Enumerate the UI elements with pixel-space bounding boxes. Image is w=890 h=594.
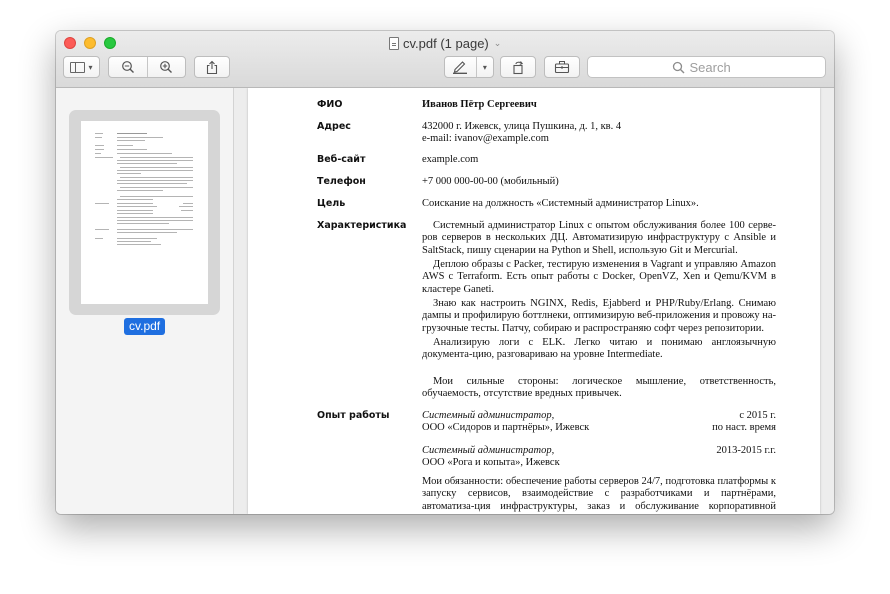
rotate-button[interactable] — [500, 56, 536, 78]
thumbnail-sidebar: cv.pdf — [56, 88, 234, 514]
characteristics-label: Характеристика — [317, 220, 407, 231]
chevron-down-icon: ▾ — [482, 62, 487, 72]
job-row: ООО «Сидоров и партнёры», Ижевск по наст… — [422, 422, 776, 434]
zoom-out-button[interactable] — [109, 57, 147, 77]
markup-menu-button[interactable]: ▾ — [477, 57, 493, 77]
fio-label: ФИО — [317, 99, 343, 110]
website-label: Веб-сайт — [317, 154, 366, 165]
job-company: ООО «Рога и копыта», Ижевск — [422, 457, 560, 468]
characteristics-paragraph: Анализирую логи с ELK. Легко читаю и пон… — [422, 337, 776, 361]
website-value: example.com — [422, 154, 479, 165]
job-title: Системный администратор, — [422, 445, 555, 456]
share-button[interactable] — [194, 56, 230, 78]
phone-label: Телефон — [317, 176, 366, 187]
window-title-text: cv.pdf (1 page) — [403, 35, 489, 51]
fio-value: Иванов Пётр Сергеевич — [422, 99, 537, 110]
thumbnail-label[interactable]: cv.pdf — [124, 318, 166, 335]
job-row: Системный администратор, 2013-2015 г.г. — [422, 445, 776, 457]
search-icon — [672, 61, 684, 73]
rotate-icon — [512, 60, 523, 74]
zoom-control — [108, 56, 186, 78]
minimize-button[interactable] — [84, 37, 96, 49]
toolbar: cv.pdf (1 page) ⌄ ▾ ▾ Search — [56, 31, 834, 88]
share-icon — [206, 60, 218, 74]
thumbnail-page — [81, 121, 208, 304]
scrollbar[interactable] — [826, 88, 834, 514]
address-line-2: e-mail: ivanov@example.com — [422, 133, 549, 144]
search-field[interactable] — [587, 56, 826, 78]
zoom-button[interactable] — [104, 37, 116, 49]
window-title[interactable]: cv.pdf (1 page) ⌄ — [389, 34, 501, 52]
characteristics-paragraph: Деплою образы с Packer, тестирую изменен… — [422, 259, 776, 295]
job-row: ООО «Рога и копыта», Ижевск — [422, 457, 776, 469]
phone-value: +7 000 000-00-00 (мобильный) — [422, 176, 559, 187]
chevron-down-icon: ▾ — [88, 62, 93, 72]
close-button[interactable] — [64, 37, 76, 49]
sidebar-toggle-button[interactable]: ▾ — [63, 56, 100, 78]
zoom-in-icon — [160, 61, 173, 73]
job-date: с 2015 г. — [739, 410, 776, 421]
toolbox-button[interactable] — [544, 56, 580, 78]
document-icon — [389, 36, 399, 50]
markup-button[interactable] — [445, 57, 476, 77]
document-view[interactable]: ФИО Иванов Пётр Сергеевич Адрес 432000 г… — [234, 88, 834, 514]
duties-paragraph: Мои обязанности: обеспечение работы серв… — [422, 476, 776, 514]
characteristics-paragraph: Системный администратор Linux с опытом о… — [422, 220, 776, 256]
characteristics-paragraph: Знаю как настроить NGINX, Redis, Ejabber… — [422, 298, 776, 334]
search-input[interactable] — [689, 59, 742, 75]
sidebar-icon — [70, 61, 86, 73]
job-company: ООО «Сидоров и партнёры», Ижевск — [422, 422, 590, 433]
address-label: Адрес — [317, 121, 351, 132]
zoom-out-icon — [121, 61, 134, 73]
pdf-page: ФИО Иванов Пётр Сергеевич Адрес 432000 г… — [248, 88, 820, 514]
markup-control: ▾ — [444, 56, 494, 78]
page-thumbnail[interactable] — [69, 110, 220, 315]
characteristics-paragraph: Мои сильные стороны: логическое мышление… — [422, 376, 776, 400]
job-row: Системный администратор, с 2015 г. — [422, 410, 776, 422]
job-date: 2013-2015 г.г. — [716, 445, 776, 456]
address-line-1: 432000 г. Ижевск, улица Пушкина, д. 1, к… — [422, 121, 622, 132]
experience-label: Опыт работы — [317, 410, 390, 421]
toolbox-icon — [554, 61, 570, 74]
zoom-in-button[interactable] — [147, 57, 185, 77]
job-date: по наст. время — [712, 422, 776, 433]
preview-window: cv.pdf (1 page) ⌄ ▾ ▾ Search cv.pdf ФИО … — [56, 31, 834, 514]
goal-label: Цель — [317, 198, 346, 209]
goal-value: Соискание на должность «Системный админи… — [422, 198, 699, 209]
job-title: Системный администратор, — [422, 410, 555, 421]
pen-icon — [453, 61, 468, 74]
chevron-down-icon: ⌄ — [493, 37, 502, 48]
